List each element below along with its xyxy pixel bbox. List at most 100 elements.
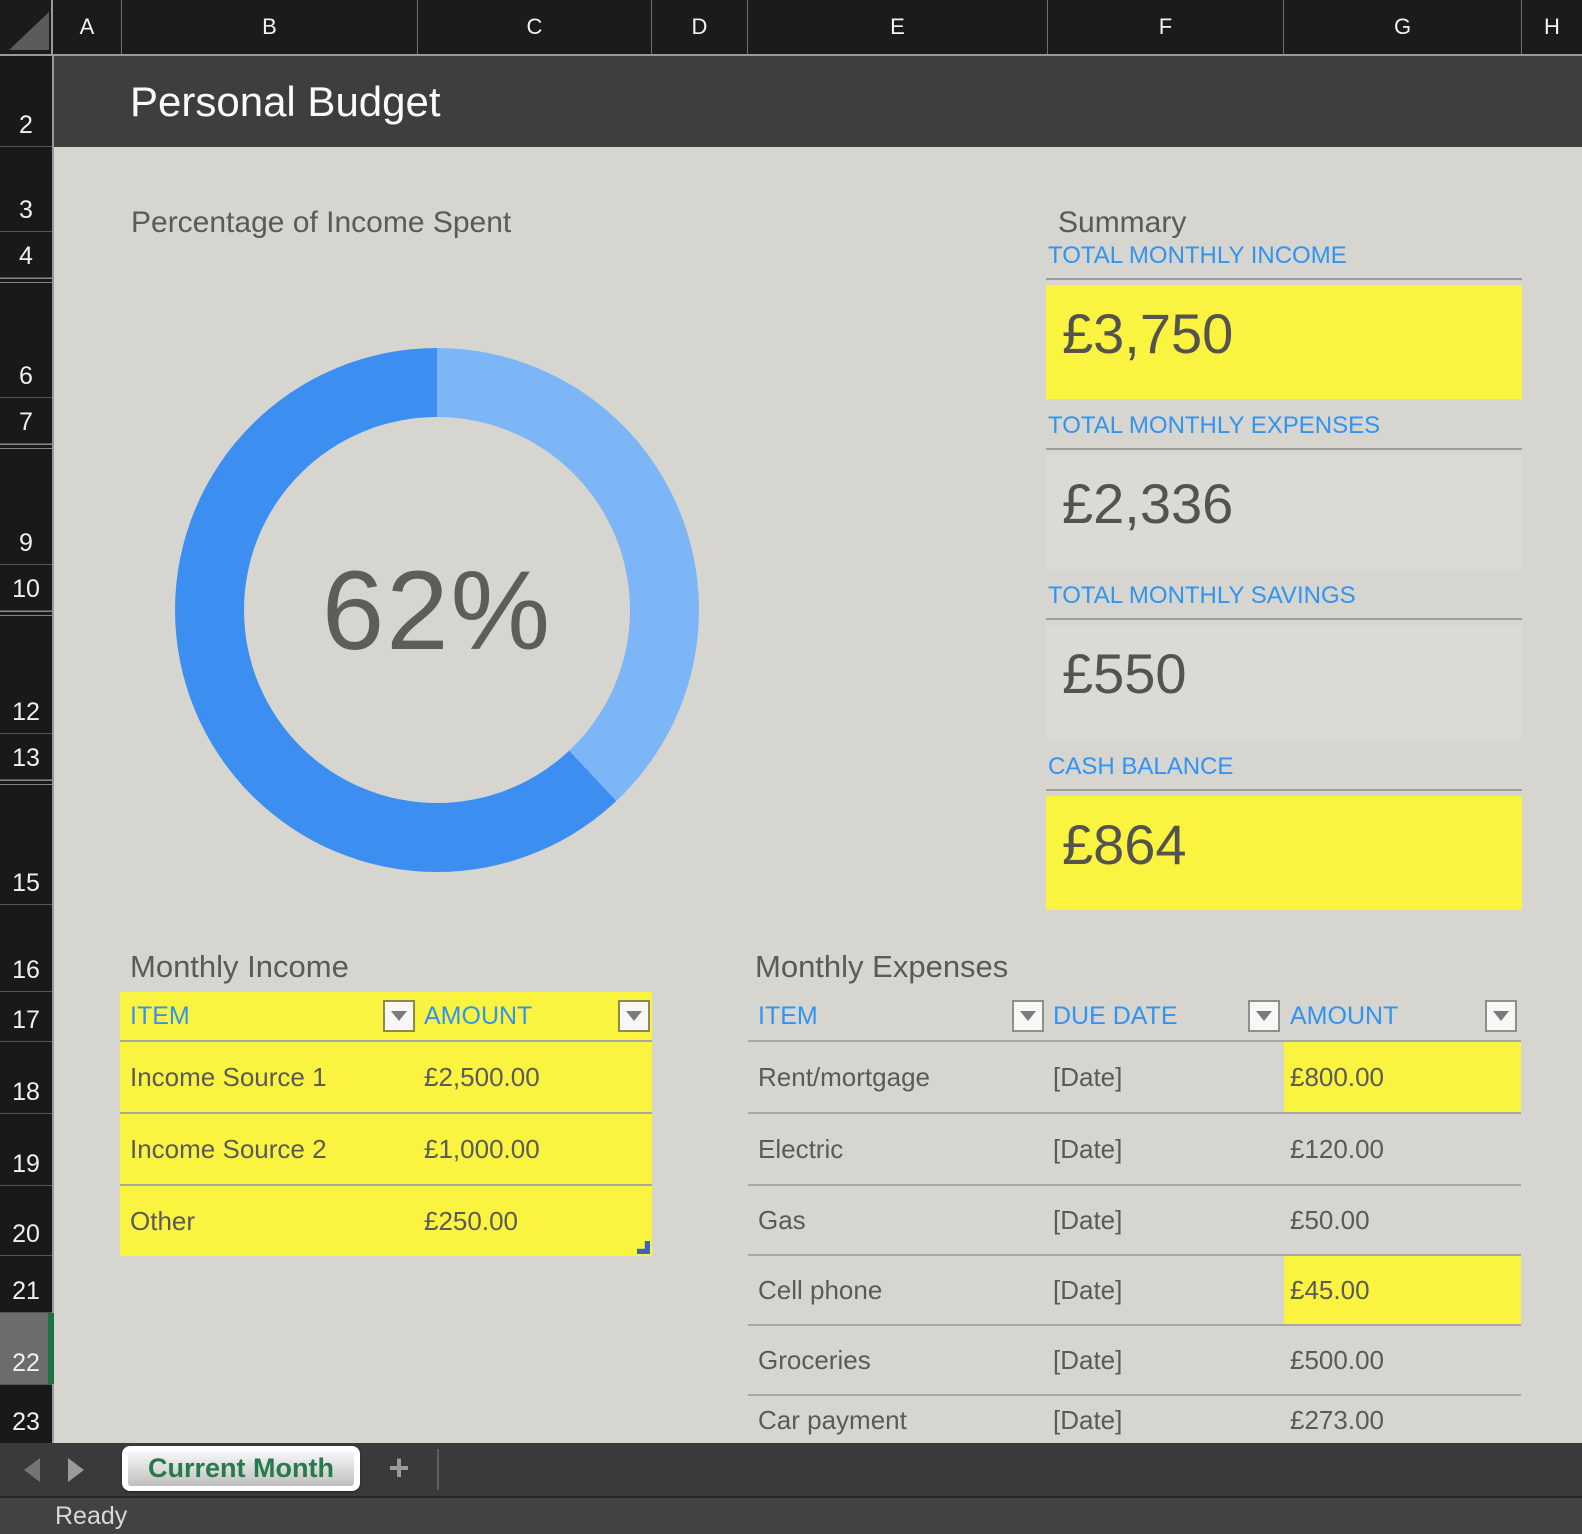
select-all-triangle-icon — [9, 12, 49, 50]
row-header-22-selected[interactable]: 22 — [0, 1313, 52, 1385]
expense-due-cell[interactable]: [Date] — [1053, 1396, 1122, 1443]
expense-item-cell[interactable]: Groceries — [758, 1326, 871, 1394]
column-header-c[interactable]: C — [418, 0, 652, 54]
summary-value-income: £3,750 — [1046, 285, 1522, 366]
expenses-table: ITEM DUE DATE AMOUNT Rent/mortgage [Date… — [748, 992, 1521, 1443]
summary-label-income: TOTAL MONTHLY INCOME — [1046, 242, 1522, 280]
summary-value-cell-expenses[interactable]: £2,336 — [1046, 455, 1522, 569]
expense-item-cell[interactable]: Electric — [758, 1114, 843, 1184]
prev-sheet-arrow-icon[interactable] — [24, 1458, 40, 1482]
row-header-7[interactable]: 7 — [0, 398, 52, 444]
summary-value-cell-savings[interactable]: £550 — [1046, 625, 1522, 739]
summary-value-cell-income[interactable]: £3,750 — [1046, 285, 1522, 399]
sheet-tab-current-month[interactable]: Current Month — [122, 1446, 360, 1491]
chart-title: Percentage of Income Spent — [131, 204, 511, 242]
expense-row-cell-phone[interactable]: Cell phone [Date] £45.00 — [748, 1256, 1521, 1326]
select-all-corner[interactable] — [0, 0, 53, 54]
row-header-23[interactable]: 23 — [0, 1385, 52, 1443]
column-header-d[interactable]: D — [652, 0, 748, 54]
row-header-9[interactable]: 9 — [0, 448, 52, 565]
dropdown-arrow-icon — [626, 1011, 642, 1021]
sheet-tab-bar: Current Month + — [0, 1443, 1582, 1496]
summary-title: Summary — [1058, 204, 1186, 242]
income-amount-filter-dropdown[interactable] — [618, 1000, 650, 1032]
column-header-g[interactable]: G — [1284, 0, 1522, 54]
expense-due-cell[interactable]: [Date] — [1053, 1256, 1122, 1324]
row-header-2[interactable]: 2 — [0, 56, 52, 147]
income-item-cell[interactable]: Income Source 1 — [130, 1042, 327, 1112]
row-header-10[interactable]: 10 — [0, 565, 52, 611]
expenses-item-filter-dropdown[interactable] — [1012, 1000, 1044, 1032]
expenses-table-header: ITEM DUE DATE AMOUNT — [748, 992, 1521, 1042]
expense-row-car-payment[interactable]: Car payment [Date] £273.00 — [748, 1396, 1521, 1443]
income-amount-cell[interactable]: £250.00 — [424, 1186, 518, 1256]
row-header-20[interactable]: 20 — [0, 1186, 52, 1256]
expense-amount-cell[interactable]: £800.00 — [1290, 1042, 1384, 1112]
row-header-18[interactable]: 18 — [0, 1042, 52, 1114]
income-header-item: ITEM — [130, 992, 190, 1040]
income-row-2[interactable]: Income Source 2 £1,000.00 — [120, 1114, 652, 1186]
income-item-cell[interactable]: Other — [130, 1186, 195, 1256]
income-spent-donut[interactable]: 62% — [175, 348, 699, 872]
summary-label-cash-balance: CASH BALANCE — [1046, 753, 1522, 791]
add-sheet-button[interactable]: + — [380, 1443, 418, 1496]
expense-item-cell[interactable]: Cell phone — [758, 1256, 882, 1324]
row-header-15[interactable]: 15 — [0, 784, 52, 905]
status-ready-text: Ready — [55, 1498, 127, 1534]
row-header-13[interactable]: 13 — [0, 734, 52, 780]
column-header-h[interactable]: H — [1522, 0, 1582, 54]
expense-due-cell[interactable]: [Date] — [1053, 1114, 1122, 1184]
column-header-a[interactable]: A — [53, 0, 122, 54]
row-header-3[interactable]: 3 — [0, 147, 52, 232]
title-banner-cell[interactable]: Personal Budget — [54, 56, 1582, 147]
summary-item-income: TOTAL MONTHLY INCOME £3,750 — [1046, 242, 1522, 399]
column-header-f[interactable]: F — [1048, 0, 1284, 54]
income-item-cell[interactable]: Income Source 2 — [130, 1114, 327, 1184]
row-header-6[interactable]: 6 — [0, 282, 52, 398]
table-resize-handle[interactable] — [637, 1241, 650, 1254]
dropdown-arrow-icon — [391, 1011, 407, 1021]
column-header-e[interactable]: E — [748, 0, 1048, 54]
expense-amount-cell[interactable]: £273.00 — [1290, 1396, 1384, 1443]
income-row-3[interactable]: Other £250.00 — [120, 1186, 652, 1256]
expense-item-cell[interactable]: Car payment — [758, 1396, 907, 1443]
excel-window: A B C D E F G H 2 3 4 6 7 9 10 12 13 15 … — [0, 0, 1582, 1534]
summary-label-savings: TOTAL MONTHLY SAVINGS — [1046, 582, 1522, 620]
expense-row-gas[interactable]: Gas [Date] £50.00 — [748, 1186, 1521, 1256]
row-header-21[interactable]: 21 — [0, 1256, 52, 1313]
expense-item-cell[interactable]: Gas — [758, 1186, 806, 1254]
donut-center-label: 62% — [322, 546, 552, 675]
income-amount-cell[interactable]: £2,500.00 — [424, 1042, 540, 1112]
column-header-strip: A B C D E F G H — [0, 0, 1582, 56]
expense-due-cell[interactable]: [Date] — [1053, 1326, 1122, 1394]
row-header-12[interactable]: 12 — [0, 615, 52, 734]
expense-amount-cell[interactable]: £120.00 — [1290, 1114, 1384, 1184]
row-header-17[interactable]: 17 — [0, 992, 52, 1042]
expenses-due-date-filter-dropdown[interactable] — [1248, 1000, 1280, 1032]
expense-row-groceries[interactable]: Groceries [Date] £500.00 — [748, 1326, 1521, 1396]
summary-value-cash-balance: £864 — [1046, 796, 1522, 877]
expense-amount-cell[interactable]: £500.00 — [1290, 1326, 1384, 1394]
row-header-4[interactable]: 4 — [0, 232, 52, 278]
income-amount-cell[interactable]: £1,000.00 — [424, 1114, 540, 1184]
expense-amount-cell[interactable]: £45.00 — [1290, 1256, 1370, 1324]
worksheet-area: Personal Budget Percentage of Income Spe… — [54, 56, 1582, 1443]
status-bar: Ready — [0, 1496, 1582, 1534]
summary-value-cell-cash-balance[interactable]: £864 — [1046, 796, 1522, 910]
expense-item-cell[interactable]: Rent/mortgage — [758, 1042, 930, 1112]
next-sheet-arrow-icon[interactable] — [68, 1458, 84, 1482]
expenses-amount-filter-dropdown[interactable] — [1485, 1000, 1517, 1032]
expense-due-cell[interactable]: [Date] — [1053, 1042, 1122, 1112]
summary-item-savings: TOTAL MONTHLY SAVINGS £550 — [1046, 582, 1522, 739]
row-header-16[interactable]: 16 — [0, 905, 52, 992]
income-row-1[interactable]: Income Source 1 £2,500.00 — [120, 1042, 652, 1114]
column-header-b[interactable]: B — [122, 0, 418, 54]
sheet-tab-face: Current Month — [128, 1451, 354, 1486]
income-header-amount: AMOUNT — [424, 992, 532, 1040]
expense-due-cell[interactable]: [Date] — [1053, 1186, 1122, 1254]
expense-row-rent[interactable]: Rent/mortgage [Date] £800.00 — [748, 1042, 1521, 1114]
expense-row-electric[interactable]: Electric [Date] £120.00 — [748, 1114, 1521, 1186]
expense-amount-cell[interactable]: £50.00 — [1290, 1186, 1370, 1254]
row-header-19[interactable]: 19 — [0, 1114, 52, 1186]
income-item-filter-dropdown[interactable] — [383, 1000, 415, 1032]
